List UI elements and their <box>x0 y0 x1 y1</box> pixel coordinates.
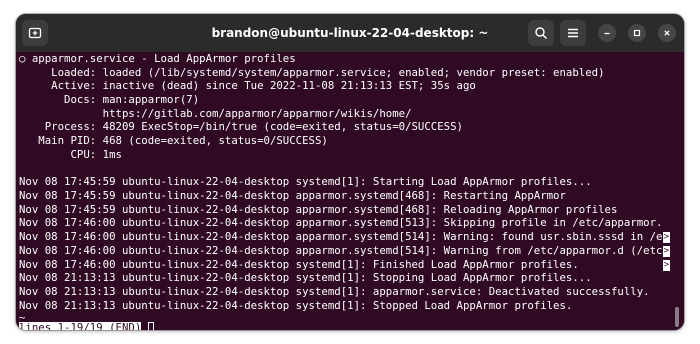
output-line: Nov 08 17:46:00 ubuntu-linux-22-04-deskt… <box>19 258 579 271</box>
output-line: Docs: man:apparmor(7) <box>19 93 200 106</box>
minimize-button[interactable] <box>598 24 616 42</box>
maximize-icon <box>633 29 641 37</box>
output-line: Active: inactive (dead) since Tue 2022-1… <box>19 79 476 92</box>
search-icon <box>535 27 548 40</box>
terminal-output[interactable]: ○ apparmor.service - Load AppArmor profi… <box>16 52 684 330</box>
maximize-button[interactable] <box>628 24 646 42</box>
output-line: Nov 08 17:46:00 ubuntu-linux-22-04-deskt… <box>19 216 663 229</box>
truncation-marker: > <box>663 246 670 257</box>
scrollbar[interactable] <box>675 307 679 327</box>
new-tab-button[interactable] <box>22 20 48 46</box>
output-line: Nov 08 17:45:59 ubuntu-linux-22-04-deskt… <box>19 203 618 216</box>
output-line: Main PID: 468 (code=exited, status=0/SUC… <box>19 134 328 147</box>
output-line: ○ apparmor.service - Load AppArmor profi… <box>19 52 296 65</box>
output-line: Nov 08 17:45:59 ubuntu-linux-22-04-deskt… <box>19 175 592 188</box>
output-line: https://gitlab.com/apparmor/apparmor/wik… <box>19 107 412 120</box>
output-line: Nov 08 17:46:00 ubuntu-linux-22-04-deskt… <box>19 244 663 257</box>
text-cursor <box>148 322 154 330</box>
output-line: Loaded: loaded (/lib/systemd/system/appa… <box>19 66 605 79</box>
close-icon <box>664 30 670 36</box>
output-line: Nov 08 17:46:00 ubuntu-linux-22-04-deskt… <box>19 230 663 243</box>
output-line: Nov 08 21:13:13 ubuntu-linux-22-04-deskt… <box>19 299 573 312</box>
output-line: Nov 08 21:13:13 ubuntu-linux-22-04-deskt… <box>19 285 650 298</box>
title-bar: brandon@ubuntu-linux-22-04-desktop: ~ <box>16 14 684 52</box>
output-line: CPU: 1ms <box>19 148 122 161</box>
truncation-marker: > <box>663 260 670 271</box>
new-tab-icon <box>28 27 42 39</box>
close-button[interactable] <box>658 24 676 42</box>
output-line: Nov 08 17:45:59 ubuntu-linux-22-04-deskt… <box>19 189 566 202</box>
hamburger-menu-icon <box>568 28 578 38</box>
terminal-window: brandon@ubuntu-linux-22-04-desktop: ~ ○ … <box>16 14 684 330</box>
menu-button[interactable] <box>560 20 586 46</box>
output-line: Nov 08 21:13:13 ubuntu-linux-22-04-deskt… <box>19 271 592 284</box>
output-line: Process: 48209 ExecStop=/bin/true (code=… <box>19 120 463 133</box>
pager-status: lines 1-19/19 (END) <box>19 322 142 330</box>
minimize-icon <box>604 32 610 35</box>
truncation-marker: > <box>663 232 670 243</box>
search-button[interactable] <box>528 20 554 46</box>
